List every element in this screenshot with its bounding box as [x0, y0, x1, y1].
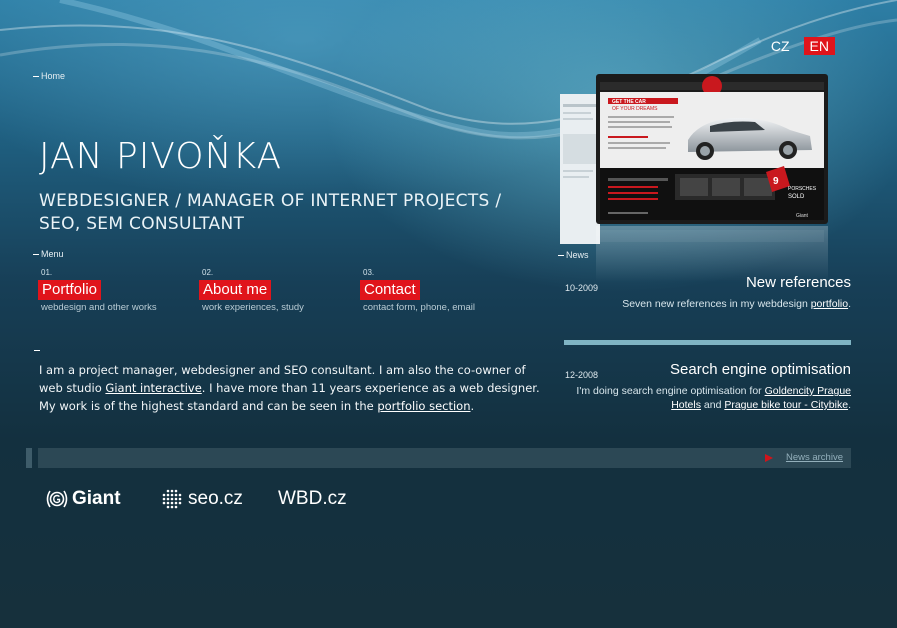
seo-logo-text: seo.cz — [188, 488, 243, 509]
giant-interactive-link[interactable]: Giant interactive — [105, 381, 201, 395]
news-portfolio-link[interactable]: portfolio — [811, 298, 848, 310]
archive-bar-body — [38, 448, 851, 468]
news-text-tail: . — [848, 298, 851, 310]
wbd-logo[interactable]: WBD.cz — [278, 488, 347, 510]
news-label: News — [558, 250, 589, 260]
subtitle-line-2: SEO, SEM CONSULTANT — [39, 214, 245, 234]
partner-logos: Giant seo.cz WBD.cz — [44, 487, 347, 511]
screenshot-brand: Giant — [796, 213, 809, 219]
menu-item-desc: work experiences, study — [202, 302, 304, 313]
screenshot-headline-2: OF YOUR DREAMS — [612, 106, 658, 112]
portfolio-button[interactable]: Portfolio — [38, 280, 102, 300]
screenshot-sold-number: 9 — [773, 176, 779, 187]
menu-item-desc: contact form, phone, email — [363, 302, 475, 313]
news-text: Seven new references in my webdesign por… — [561, 297, 851, 311]
intro-dash — [34, 350, 40, 351]
menu-item-desc: webdesign and other works — [41, 302, 157, 313]
menu-item-portfolio: 01. Portfolio webdesign and other works — [38, 268, 178, 313]
news-text-part: I'm doing search engine optimisation for — [576, 385, 765, 397]
lang-cz-link[interactable]: CZ — [765, 37, 796, 55]
seo-logo[interactable]: seo.cz — [160, 487, 278, 511]
arrow-right-icon — [765, 454, 773, 462]
menu-item-number: 02. — [202, 268, 214, 277]
subtitle-line-1: WEBDESIGNER / MANAGER OF INTERNET PROJEC… — [39, 191, 502, 211]
screenshot-headline-1: GET THE CAR — [612, 99, 646, 105]
page-title: JAN PIVOŇKA — [39, 136, 283, 177]
citybike-link[interactable]: Prague bike tour - Citybike — [724, 399, 848, 411]
screenshot-sold-text-2: SOLD — [788, 194, 805, 200]
giant-logo-text: Giant — [72, 488, 121, 509]
giant-laurel-icon — [46, 490, 68, 508]
news-item: New references Seven new references in m… — [561, 274, 851, 311]
lang-en-link[interactable]: EN — [803, 37, 835, 55]
news-text: I'm doing search engine optimisation for… — [561, 384, 851, 412]
intro-part-3: . — [470, 399, 475, 413]
news-text-mid: and — [700, 399, 725, 411]
language-switch: CZ EN — [765, 37, 835, 55]
seo-dots-icon — [162, 489, 182, 509]
intro-text: I am a project manager, webdesigner and … — [39, 361, 549, 415]
portfolio-screenshot[interactable]: GET THE CAR OF YOUR DREAMS 9 PORSCHES SO… — [560, 74, 830, 284]
news-title[interactable]: New references — [561, 274, 851, 291]
archive-bar-mark — [26, 448, 32, 468]
news-divider — [564, 340, 851, 345]
wbd-logo-text: WBD.cz — [278, 488, 347, 509]
news-archive-bar: News archive — [26, 448, 851, 468]
news-archive-link[interactable]: News archive — [786, 452, 843, 463]
news-title[interactable]: Search engine optimisation — [561, 361, 851, 378]
contact-button[interactable]: Contact — [360, 280, 420, 300]
menu-item-about: 02. About me work experiences, study — [199, 268, 339, 313]
page-subtitle: WEBDESIGNER / MANAGER OF INTERNET PROJEC… — [39, 190, 501, 236]
portfolio-section-link[interactable]: portfolio section — [377, 399, 470, 413]
about-me-button[interactable]: About me — [199, 280, 272, 300]
breadcrumb-home[interactable]: Home — [33, 71, 65, 81]
menu-item-contact: 03. Contact contact form, phone, email — [360, 268, 500, 313]
menu-item-number: 01. — [41, 268, 53, 277]
giant-logo[interactable]: Giant — [44, 487, 160, 511]
menu-item-number: 03. — [363, 268, 375, 277]
news-item: Search engine optimisation I'm doing sea… — [561, 361, 851, 412]
screenshot-sold-text-1: PORSCHES — [788, 186, 817, 192]
menu-label: Menu — [33, 249, 64, 259]
news-text-tail: . — [848, 399, 851, 411]
news-text-part: Seven new references in my webdesign — [622, 298, 811, 310]
